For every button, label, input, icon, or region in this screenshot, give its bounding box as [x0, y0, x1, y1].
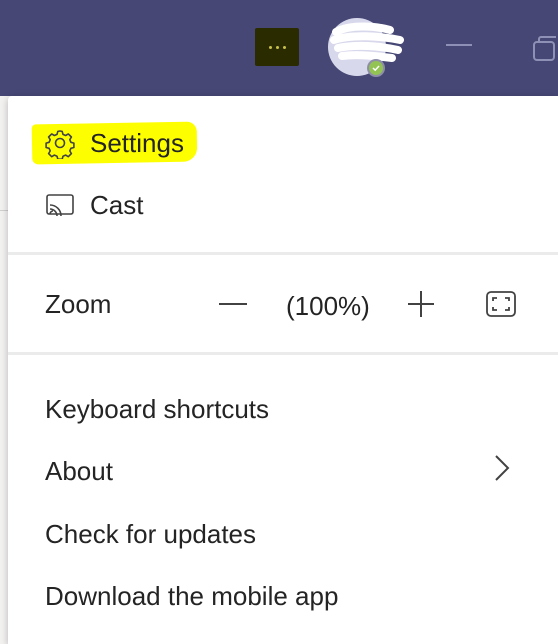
- keyboard-shortcuts-menu-item[interactable]: Keyboard shortcuts: [45, 394, 269, 425]
- dot: [268, 45, 272, 49]
- zoom-in-button[interactable]: [406, 289, 436, 319]
- gear-icon: [45, 130, 75, 159]
- restore-icon[interactable]: [530, 34, 558, 62]
- settings-label: Settings: [90, 127, 184, 158]
- minus-icon: [219, 303, 247, 305]
- settings-menu: Settings Cast Zoom (100%) Keyboard short…: [8, 96, 558, 644]
- minimize-icon[interactable]: [446, 44, 472, 46]
- cast-label: Cast: [90, 189, 144, 220]
- cast-icon: [46, 194, 74, 217]
- title-bar: [0, 0, 558, 96]
- settings-menu-item[interactable]: Settings: [8, 118, 184, 168]
- zoom-value: (100%): [286, 291, 370, 321]
- zoom-label: Zoom: [45, 289, 112, 319]
- cast-menu-item[interactable]: Cast: [8, 180, 143, 230]
- background-divider: [0, 210, 8, 211]
- about-menu-item[interactable]: About: [45, 456, 113, 487]
- download-mobile-app-menu-item[interactable]: Download the mobile app: [45, 581, 338, 612]
- dot: [282, 45, 286, 49]
- dot: [275, 45, 279, 49]
- divider: [8, 252, 558, 255]
- available-check-icon: [367, 59, 385, 77]
- zoom-out-button[interactable]: [218, 289, 248, 319]
- check-for-updates-menu-item[interactable]: Check for updates: [45, 519, 256, 550]
- more-options-button[interactable]: [255, 28, 299, 66]
- divider: [8, 352, 558, 355]
- fullscreen-icon[interactable]: [485, 290, 517, 318]
- chevron-right-icon: [495, 455, 510, 481]
